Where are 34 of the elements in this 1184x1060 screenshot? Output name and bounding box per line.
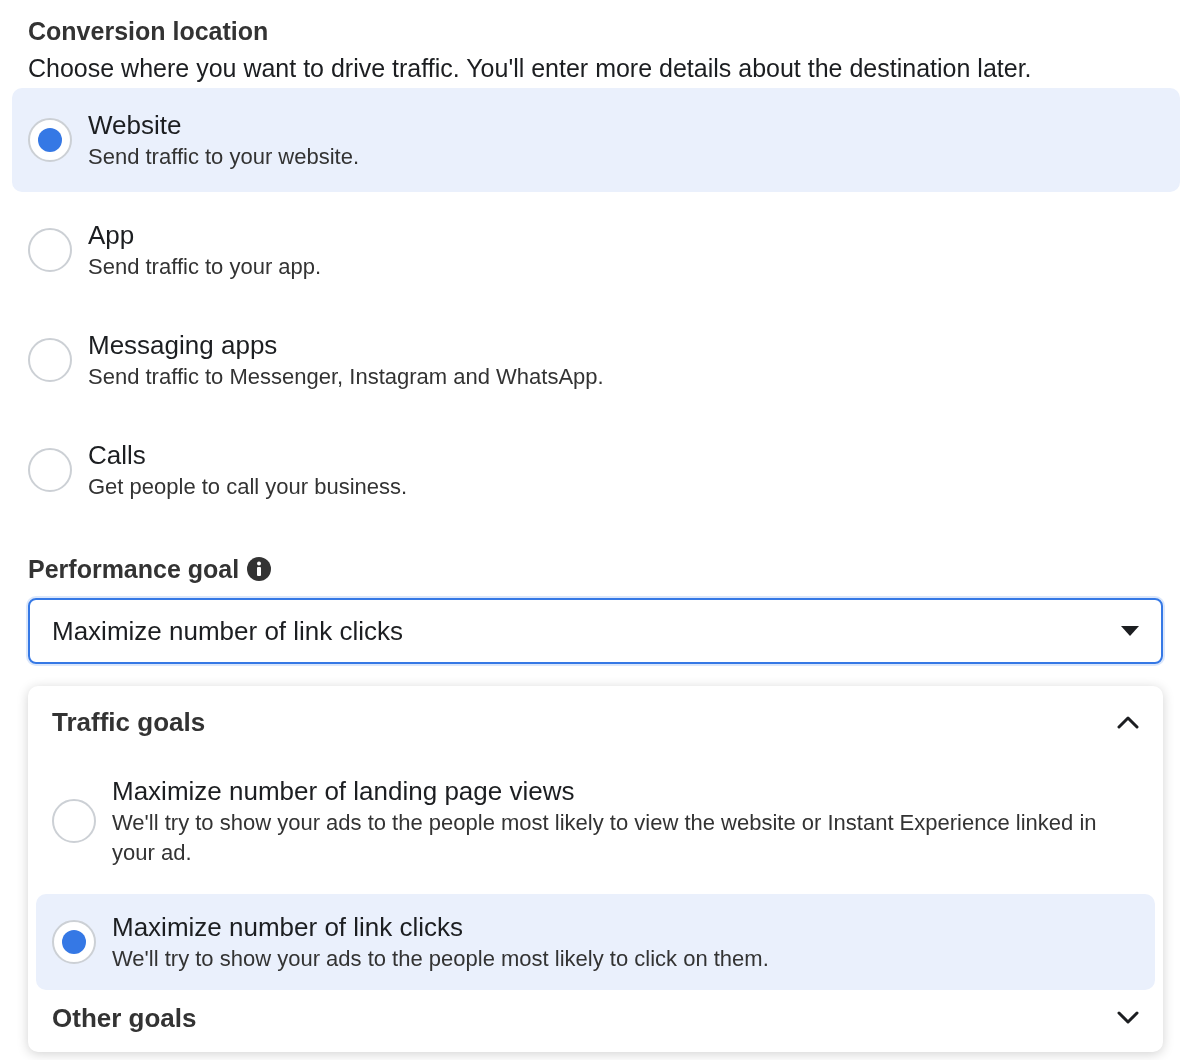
option-description: Send traffic to your app.	[88, 253, 322, 281]
section-description: Choose where you want to drive traffic. You'll enter more details about the destination later.	[28, 53, 1033, 84]
option-title: Maximize number of link clicks	[112, 911, 465, 944]
radio-option[interactable]: App Send traffic to your app.	[12, 198, 1180, 302]
option-title: Calls	[88, 439, 147, 472]
radio-button[interactable]	[28, 118, 72, 162]
chevron-down-icon[interactable]	[1117, 1011, 1139, 1025]
radio-option[interactable]: Messaging apps Send traffic to Messenger, Instagram and WhatsApp.	[12, 308, 1180, 412]
radio-option[interactable]: Maximize number of landing page views We'll try to show your ads to the people most likely to view the website or Instant Experience linked in your ad.	[36, 758, 1155, 884]
option-description: We'll try to show your ads to the people most likely to click on them.	[112, 945, 769, 973]
option-title: Messaging apps	[88, 329, 279, 362]
radio-button[interactable]	[52, 799, 96, 843]
section-title: Performance goal	[28, 554, 240, 585]
radio-option[interactable]: Website Send traffic to your website.	[12, 88, 1180, 192]
radio-button[interactable]	[28, 448, 72, 492]
radio-option[interactable]: Maximize number of link clicks We'll try to show your ads to the people most likely to click on them.	[36, 894, 1155, 990]
option-title: Website	[88, 109, 183, 142]
goal-dropdown[interactable]: Maximize number of link clicks	[28, 598, 1163, 664]
chevron-up-icon[interactable]	[1117, 715, 1139, 729]
info-icon[interactable]	[247, 557, 272, 581]
option-description: Send traffic to your website.	[88, 143, 360, 171]
option-description: Send traffic to Messenger, Instagram and WhatsApp.	[88, 363, 604, 391]
group-title[interactable]: Traffic goals	[52, 704, 206, 740]
radio-option[interactable]: Calls Get people to call your business.	[12, 418, 1180, 522]
option-title: Maximize number of landing page views	[112, 775, 576, 808]
option-description: Get people to call your business.	[88, 473, 408, 501]
radio-button[interactable]	[28, 338, 72, 382]
radio-button[interactable]	[28, 228, 72, 272]
group-title[interactable]: Other goals	[52, 1000, 197, 1036]
dropdown-value: Maximize number of link clicks	[52, 615, 404, 647]
option-title: App	[88, 219, 136, 252]
radio-button[interactable]	[52, 920, 96, 964]
section-title: Conversion location	[28, 16, 270, 47]
option-description: We'll try to show your ads to the people most likely to view the website or Instant Experience linked in your ad.	[112, 809, 1098, 867]
